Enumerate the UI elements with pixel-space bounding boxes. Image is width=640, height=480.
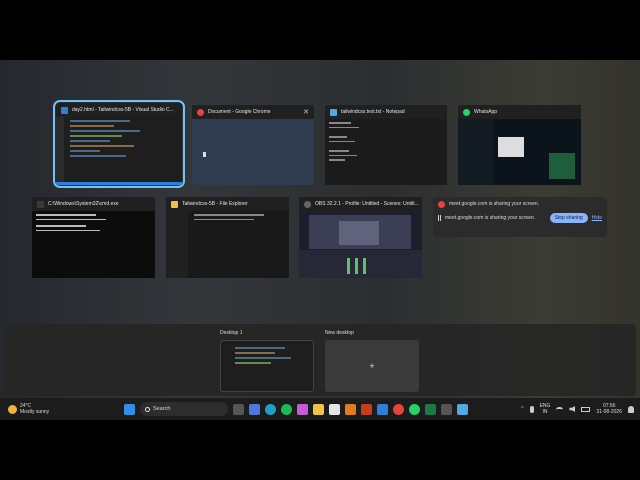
letterbox-bottom — [0, 420, 640, 480]
new-desktop-label: New desktop — [325, 330, 354, 336]
plus-icon: + — [369, 361, 375, 371]
folder-icon — [171, 200, 178, 208]
battery-icon[interactable] — [581, 406, 591, 412]
window-preview — [32, 211, 155, 278]
region-code: IN — [542, 409, 548, 415]
vscode-taskbar-icon[interactable] — [377, 403, 388, 415]
volume-icon[interactable] — [569, 406, 576, 412]
window-notepad[interactable]: tailwindcss.text.txt - Notepad — [325, 105, 447, 185]
clock[interactable]: 07:56 31-08-2026 — [596, 403, 622, 415]
chrome-icon — [438, 200, 445, 208]
notification-bell-icon[interactable] — [628, 405, 634, 413]
window-title: tailwindcss.text.txt - Notepad — [341, 109, 405, 115]
edge-icon[interactable] — [265, 403, 276, 415]
window-preview — [192, 119, 314, 185]
chevron-up-icon[interactable]: ^ — [521, 406, 523, 412]
virtual-desktops-bar: Desktop 1 New desktop + — [4, 324, 636, 396]
window-file-explorer[interactable]: Tailwindcss-5B - File Explorer — [166, 197, 289, 278]
obs-icon — [304, 200, 311, 208]
pause-icon — [438, 215, 441, 221]
window-title: Tailwindcss-5B - File Explorer — [182, 201, 248, 207]
search-icon — [145, 406, 150, 412]
window-preview — [299, 211, 422, 278]
cmd-taskbar-icon[interactable] — [441, 403, 452, 415]
chrome-icon — [197, 108, 204, 116]
cmd-icon — [37, 200, 44, 208]
wifi-icon[interactable] — [556, 406, 564, 412]
date: 31-08-2026 — [596, 409, 622, 415]
window-preview — [325, 119, 447, 185]
window-obs[interactable]: OBS 32.2.1 - Profile: Untitled - Scenes:… — [299, 197, 422, 278]
desktop-1[interactable]: Desktop 1 — [220, 330, 314, 392]
search-box[interactable]: Search — [140, 402, 228, 416]
whatsapp-taskbar-icon[interactable] — [409, 403, 420, 415]
weather-text: Mostly sunny — [20, 409, 50, 415]
screen-share-popup: meet.google.com is sharing your screen. … — [433, 197, 607, 237]
copilot-icon[interactable] — [249, 403, 260, 415]
window-title: WhatsApp — [474, 109, 498, 115]
notepad-icon — [330, 108, 337, 116]
language-indicator[interactable]: ENG IN — [540, 403, 551, 415]
window-cmd[interactable]: C:\Windows\System32\cmd.exe — [32, 197, 155, 278]
search-label: Search — [153, 406, 171, 412]
window-title: day2.html - Tailwindcss-5B - Visual Stud… — [72, 107, 174, 113]
desktop-1-thumbnail[interactable] — [220, 340, 314, 392]
share-message: meet.google.com is sharing your screen. — [445, 215, 536, 221]
excel-icon[interactable] — [425, 403, 436, 415]
window-preview — [458, 119, 581, 185]
powerpoint-icon[interactable] — [361, 403, 372, 415]
window-vscode[interactable]: day2.html - Tailwindcss-5B - Visual Stud… — [53, 100, 185, 188]
chrome-taskbar-icon[interactable] — [393, 403, 404, 415]
mic-icon[interactable] — [529, 405, 534, 413]
taskbar: 24°C Mostly sunny Search ^ ENG IN 07:56 31-… — [0, 398, 640, 420]
window-chrome[interactable]: Document - Google Chrome ✕ — [192, 105, 314, 185]
system-tray: ^ ENG IN 07:56 31-08-2026 — [521, 403, 640, 415]
window-preview — [166, 211, 289, 278]
share-title: meet.google.com is sharing your screen. — [449, 201, 540, 207]
sublime-icon[interactable] — [345, 403, 356, 415]
weather-widget[interactable]: 24°C Mostly sunny — [0, 403, 110, 415]
notepad-taskbar-icon[interactable] — [457, 403, 468, 415]
new-desktop[interactable]: New desktop + — [325, 330, 419, 392]
copilot-app-icon[interactable] — [297, 403, 308, 415]
spotify-icon[interactable] — [281, 403, 292, 415]
desktop-1-label: Desktop 1 — [220, 330, 243, 336]
whatsapp-icon — [463, 108, 470, 116]
window-title: C:\Windows\System32\cmd.exe — [48, 201, 119, 207]
window-title: OBS 32.2.1 - Profile: Untitled - Scenes:… — [315, 201, 419, 207]
close-icon[interactable]: ✕ — [303, 108, 309, 116]
sun-icon — [8, 404, 17, 414]
window-preview — [56, 117, 182, 185]
stop-sharing-button[interactable]: Stop sharing — [549, 213, 588, 223]
windows-start-icon[interactable] — [124, 403, 135, 415]
hide-link[interactable]: Hide — [592, 215, 602, 221]
window-whatsapp[interactable]: WhatsApp — [458, 105, 581, 185]
new-desktop-button[interactable]: + — [325, 340, 419, 392]
window-title: Document - Google Chrome — [208, 109, 271, 115]
file-explorer-icon[interactable] — [313, 403, 324, 415]
store-icon[interactable] — [329, 403, 340, 415]
task-view-icon[interactable] — [233, 403, 244, 415]
letterbox-top — [0, 0, 640, 60]
vscode-icon — [61, 106, 68, 114]
cursor-icon — [203, 152, 206, 157]
